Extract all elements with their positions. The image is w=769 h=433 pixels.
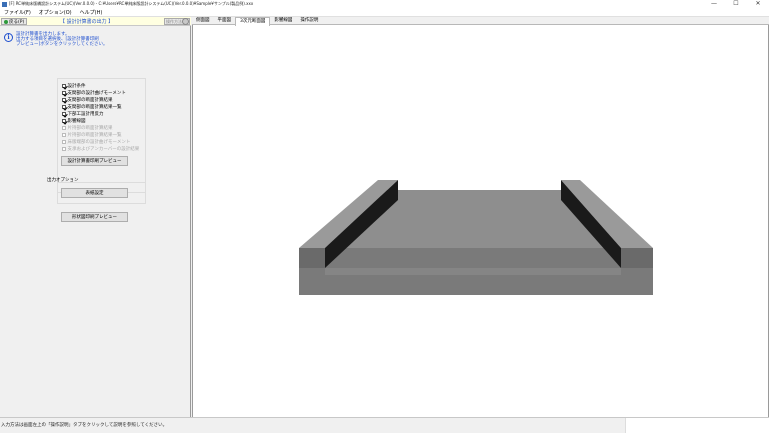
- checkbox: [62, 147, 66, 151]
- left-parapet-front: [299, 248, 325, 268]
- checkbox-row[interactable]: 下部工設計用反力: [62, 111, 104, 117]
- checkbox[interactable]: [62, 91, 66, 95]
- right-parapet-front: [621, 248, 653, 268]
- info-message: 設計計算書を出力します。 出力する項目を選択後、[設計計算書印刷 プレビュー]ボ…: [16, 32, 107, 47]
- slab-inner-face: [325, 268, 621, 275]
- checkbox-label: 支間部の設計曲げモーメント: [67, 91, 126, 96]
- checkbox: [62, 126, 66, 130]
- maximize-button[interactable]: ☐: [725, 0, 747, 8]
- window-controls: — ☐ ✕: [703, 0, 769, 8]
- checkbox: [62, 140, 66, 144]
- menu-options[interactable]: オプション(O): [35, 9, 76, 16]
- checkbox-row: 床版端部の設計曲げモーメント: [62, 139, 130, 145]
- status-segment: [625, 418, 769, 433]
- info-icon: i: [4, 33, 13, 42]
- checkbox-label: 下部工設計用反力: [67, 112, 104, 117]
- menu-bar: ファイル(F) オプション(O) ヘルプ(H): [0, 8, 769, 17]
- checkbox-label: 片持部の断面計算結果一覧: [67, 133, 122, 138]
- status-text: 入力方法は画面左上の「操作説明」タブをクリックして説明を参照してください。: [1, 423, 168, 428]
- checkbox[interactable]: [62, 84, 66, 88]
- 3d-viewport[interactable]: [192, 25, 769, 417]
- checkbox-label: 支間部の断面計算結果: [67, 98, 113, 103]
- checkbox[interactable]: [62, 105, 66, 109]
- close-button[interactable]: ✕: [747, 0, 769, 8]
- checkbox-row: 片持部の断面計算結果: [62, 125, 113, 131]
- checkbox-row: 片持部の断面計算結果一覧: [62, 132, 122, 138]
- checkbox[interactable]: [62, 112, 66, 116]
- tab-influence-line[interactable]: 影響線図: [270, 17, 296, 25]
- title-bar: [F] RC単純床版橋設計システム(UC)(Ver.0.0.0) - C:¥Us…: [0, 0, 769, 8]
- tab-plan-view[interactable]: 平面図: [214, 17, 236, 25]
- tab-side-view[interactable]: 側面図: [192, 17, 214, 25]
- tab-operation-guide[interactable]: 操作説明: [296, 17, 322, 25]
- back-button[interactable]: 戻る(P): [1, 18, 28, 25]
- checkbox-label: 影響線図: [67, 119, 86, 124]
- checkbox-label: 設計条件: [67, 84, 86, 89]
- app-icon: [2, 1, 7, 7]
- checkbox-row[interactable]: 影響線図: [62, 118, 86, 124]
- panel-close-icon[interactable]: [182, 18, 189, 25]
- window-title: [F] RC単純床版橋設計システム(UC)(Ver.0.0.0) - C:¥Us…: [9, 1, 254, 6]
- menu-file[interactable]: ファイル(F): [0, 9, 35, 16]
- checkbox-label: 支間部の断面計算結果一覧: [67, 105, 122, 110]
- section-title: 【 設計計算書の出力 】: [60, 19, 114, 25]
- minimize-button[interactable]: —: [703, 0, 725, 8]
- back-arrow-icon: [4, 19, 8, 24]
- menu-help[interactable]: ヘルプ(H): [76, 9, 107, 16]
- drawing-preview-button[interactable]: 形状図印刷プレビュー: [61, 212, 128, 222]
- checkbox-row[interactable]: 設計条件: [62, 83, 86, 89]
- slab-3d-model: [299, 180, 653, 295]
- cover-settings-button[interactable]: 表紙設定: [61, 188, 128, 198]
- info-line-3: プレビュー]ボタンをクリックしてください。: [16, 42, 108, 47]
- checkbox-label: 支承およびアンカーバーの設計結果: [67, 147, 140, 152]
- checkbox-row[interactable]: 支間部の断面計算結果: [62, 97, 113, 103]
- checkbox: [62, 133, 66, 137]
- view-tabs: 側面図 平面図 3次元断面図 影響線図 操作説明: [192, 17, 769, 26]
- checkbox-row[interactable]: 支間部の設計曲げモーメント: [62, 90, 126, 96]
- checkbox[interactable]: [62, 119, 66, 123]
- checkbox-row[interactable]: 支間部の断面計算結果一覧: [62, 104, 122, 110]
- status-bar: 入力方法は画面左上の「操作説明」タブをクリックして説明を参照してください。: [0, 417, 769, 433]
- calc-report-preview-button[interactable]: 設計計算書印刷プレビュー: [61, 156, 128, 166]
- left-panel: 戻る(P) 【 設計計算書の出力 】 操作方法(H) i 設計計算書を出力します…: [0, 17, 191, 417]
- checkbox-row: 支承およびアンカーバーの設計結果: [62, 146, 139, 152]
- back-button-label: 戻る(P): [9, 19, 25, 25]
- checkbox-label: 床版端部の設計曲げモーメント: [67, 140, 131, 145]
- output-items-group: 設計条件 支間部の設計曲げモーメント 支間部の断面計算結果 支間部の断面計算結果…: [57, 78, 146, 193]
- view-panel: 側面図 平面図 3次元断面図 影響線図 操作説明: [192, 17, 769, 417]
- left-header: 戻る(P) 【 設計計算書の出力 】 操作方法(H): [0, 17, 191, 26]
- checkbox[interactable]: [62, 98, 66, 102]
- checkbox-label: 片持部の断面計算結果: [67, 126, 113, 131]
